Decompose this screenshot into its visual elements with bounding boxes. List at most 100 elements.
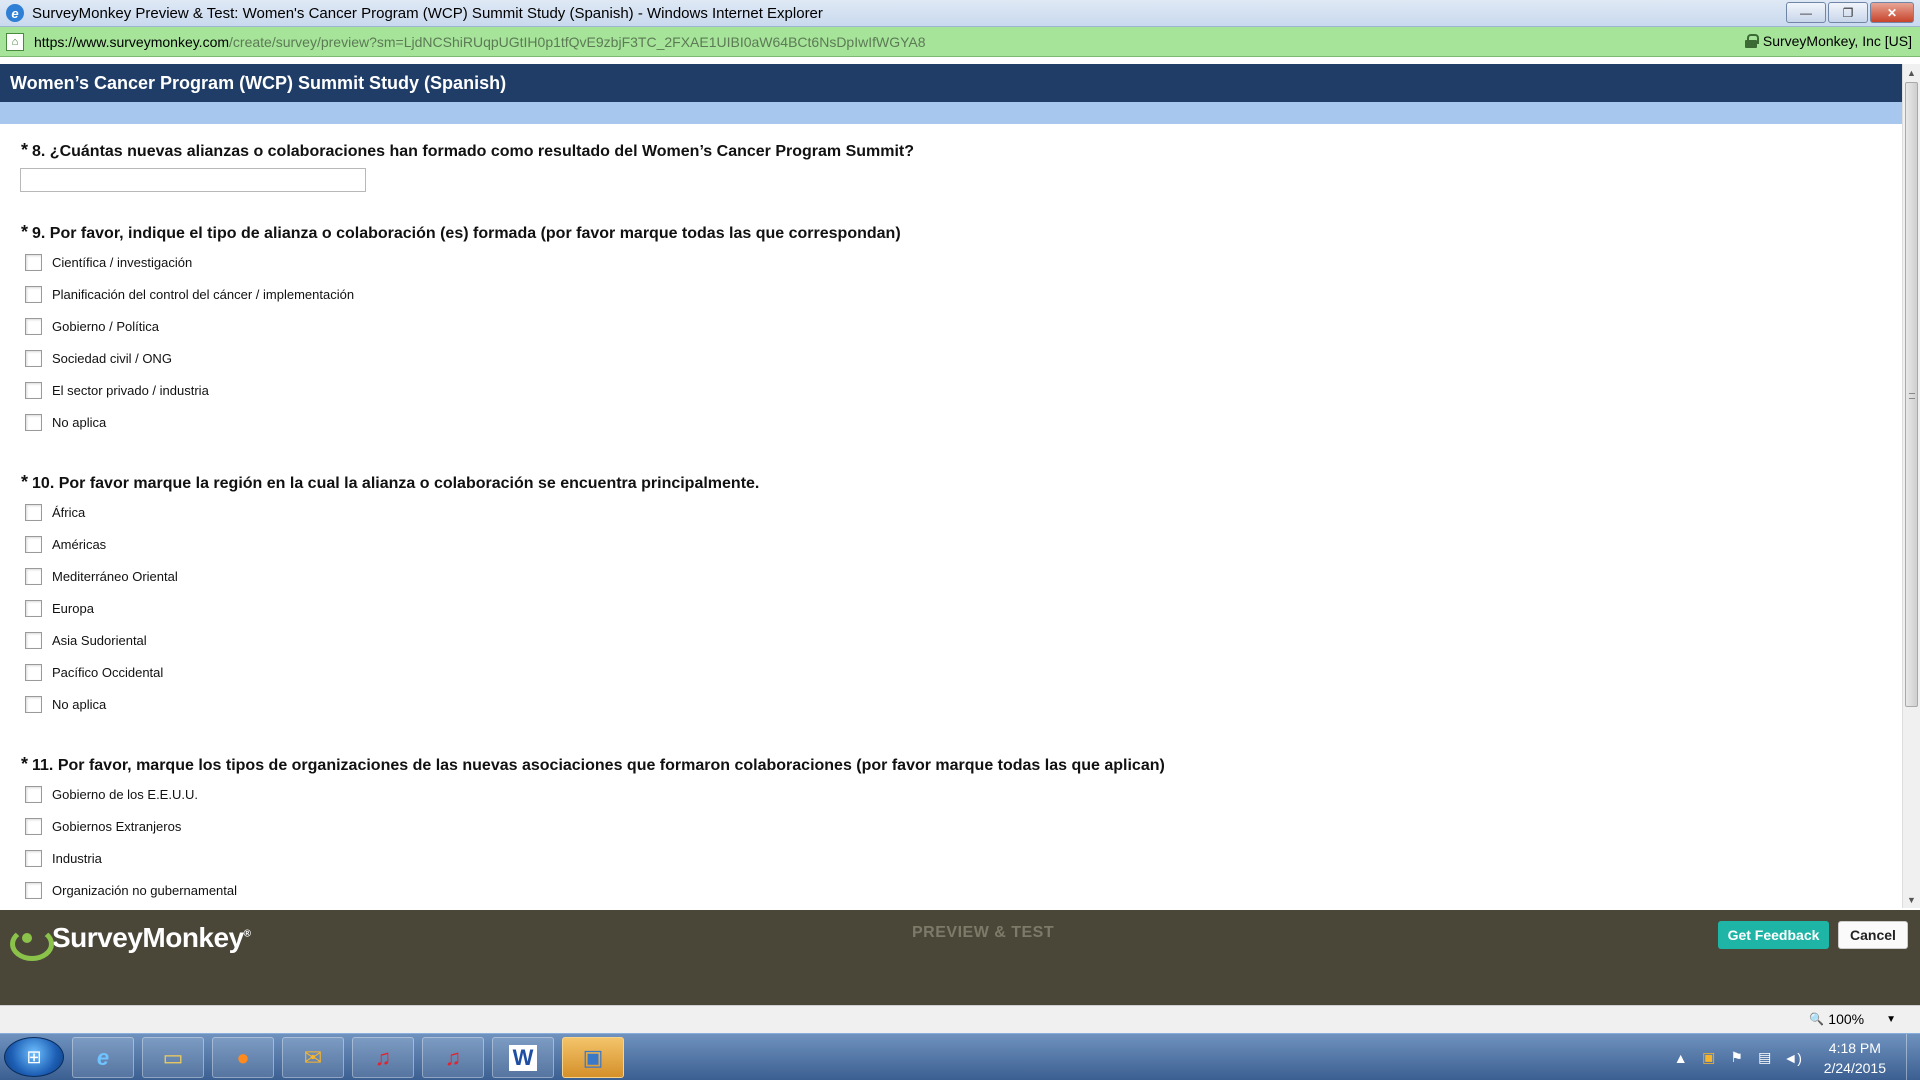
flag-icon[interactable]: ⚑ xyxy=(1726,1049,1748,1066)
internet-explorer-icon: e xyxy=(96,1044,110,1070)
checkbox[interactable] xyxy=(25,600,42,617)
taskbar-active-app[interactable]: ▣ xyxy=(562,1037,624,1078)
restore-button[interactable]: ❐ xyxy=(1828,2,1868,23)
option-q11-2[interactable]: Gobiernos Extranjeros xyxy=(25,818,181,835)
option-q11-1[interactable]: Gobierno de los E.E.U.U. xyxy=(25,786,198,803)
question-title: * 9. Por favor, indique el tipo de alianz… xyxy=(21,222,901,242)
folder-icon: ▭ xyxy=(162,1044,184,1070)
close-button[interactable]: ✕ xyxy=(1870,2,1914,23)
checkbox[interactable] xyxy=(25,382,42,399)
preview-footer: SurveyMonkey® PREVIEW & TEST Get Feedbac… xyxy=(0,910,1920,1005)
checkbox[interactable] xyxy=(25,318,42,335)
option-q10-7[interactable]: No aplica xyxy=(25,696,106,713)
option-q10-1[interactable]: África xyxy=(25,504,85,521)
monkey-logo-icon xyxy=(10,923,54,961)
taskbar-itunes-1[interactable]: ♫ xyxy=(352,1037,414,1078)
checkbox[interactable] xyxy=(25,414,42,431)
question-title: * 10. Por favor marque la región en la cu… xyxy=(21,472,760,492)
taskbar-internet-explorer[interactable]: e xyxy=(72,1037,134,1078)
logo-text: SurveyMonkey® xyxy=(52,922,251,953)
question-10: * 10. Por favor marque la región en la cu… xyxy=(21,472,759,493)
survey-title: Women’s Cancer Program (WCP) Summit Stud… xyxy=(10,72,507,93)
option-q9-1[interactable]: Científica / investigación xyxy=(25,254,192,271)
itunes-icon: ♫ xyxy=(444,1044,462,1070)
registered-mark: ® xyxy=(243,928,251,940)
address-bar[interactable]: ⌂ https://www.surveymonkey.com/create/su… xyxy=(0,27,1920,57)
show-desktop-button[interactable] xyxy=(1906,1034,1920,1080)
get-feedback-button[interactable]: Get Feedback xyxy=(1718,921,1829,949)
window-controls: — ❐ ✕ xyxy=(1786,2,1914,23)
surveymonkey-logo: SurveyMonkey® xyxy=(10,922,251,961)
checkbox[interactable] xyxy=(25,536,42,553)
checkbox[interactable] xyxy=(25,632,42,649)
zoom-level: 100% xyxy=(1828,1011,1865,1027)
url-text[interactable]: https://www.surveymonkey.com/create/surv… xyxy=(34,34,926,50)
scroll-down-arrow-icon[interactable]: ▼ xyxy=(1903,891,1920,908)
required-mark: * xyxy=(21,140,29,160)
minimize-button[interactable]: — xyxy=(1786,2,1826,23)
option-label: El sector privado / industria xyxy=(52,383,209,398)
volume-icon[interactable]: ◄) xyxy=(1782,1050,1804,1066)
scroll-thumb[interactable] xyxy=(1905,82,1918,707)
checkbox[interactable] xyxy=(25,568,42,585)
windows-logo-icon: ⊞ xyxy=(26,1046,42,1067)
checkbox[interactable] xyxy=(25,696,42,713)
required-mark: * xyxy=(21,472,29,492)
option-q10-3[interactable]: Mediterráneo Oriental xyxy=(25,568,178,585)
option-q9-6[interactable]: No aplica xyxy=(25,414,106,431)
option-q11-3[interactable]: Industria xyxy=(25,850,102,867)
option-q10-4[interactable]: Europa xyxy=(25,600,94,617)
site-identity: SurveyMonkey, Inc [US] xyxy=(1762,33,1912,49)
option-q10-2[interactable]: Américas xyxy=(25,536,106,553)
option-q10-5[interactable]: Asia Sudoriental xyxy=(25,632,147,649)
option-label: Industria xyxy=(52,851,102,866)
word-icon: W xyxy=(508,1044,538,1071)
option-q11-4[interactable]: Organización no gubernamental xyxy=(25,882,237,899)
cancel-button[interactable]: Cancel xyxy=(1838,921,1908,949)
option-label: Sociedad civil / ONG xyxy=(52,351,172,366)
checkbox[interactable] xyxy=(25,504,42,521)
start-button[interactable]: ⊞ xyxy=(4,1037,64,1077)
outlook-tray-icon[interactable]: ▣ xyxy=(1698,1049,1720,1066)
security-identity[interactable]: SurveyMonkey, Inc [US] xyxy=(1744,33,1912,49)
page-scrollbar[interactable]: ▲ ▼ xyxy=(1902,64,1920,908)
checkbox[interactable] xyxy=(25,286,42,303)
header-strip xyxy=(0,102,1902,124)
checkbox[interactable] xyxy=(25,664,42,681)
checkbox[interactable] xyxy=(25,882,42,899)
option-q9-4[interactable]: Sociedad civil / ONG xyxy=(25,350,172,367)
chevron-down-icon[interactable]: ▼ xyxy=(1886,1014,1896,1025)
zoom-icon: 🔍 xyxy=(1809,1012,1825,1026)
browser-status-bar: 🔍 100% ▼ xyxy=(0,1005,1920,1033)
option-q9-3[interactable]: Gobierno / Política xyxy=(25,318,159,335)
option-label: No aplica xyxy=(52,697,107,712)
taskbar-itunes-2[interactable]: ♫ xyxy=(422,1037,484,1078)
show-hidden-icons-icon[interactable]: ▲ xyxy=(1670,1050,1692,1066)
checkbox[interactable] xyxy=(25,254,42,271)
taskbar-outlook[interactable]: ✉ xyxy=(282,1037,344,1078)
option-q10-6[interactable]: Pacífico Occidental xyxy=(25,664,163,681)
answer-input-q8[interactable] xyxy=(20,168,366,192)
taskbar-file-explorer[interactable]: ▭ xyxy=(142,1037,204,1078)
page-icon: ⌂ xyxy=(6,32,24,51)
checkbox[interactable] xyxy=(25,786,42,803)
taskbar-word[interactable]: W xyxy=(492,1037,554,1078)
lock-icon xyxy=(1744,34,1759,48)
checkbox[interactable] xyxy=(25,850,42,867)
system-clock[interactable]: 4:18 PM 2/24/2015 xyxy=(1824,1038,1886,1078)
preview-test-label: PREVIEW & TEST xyxy=(912,924,1055,941)
option-label: Gobiernos Extranjeros xyxy=(52,819,182,834)
option-q9-2[interactable]: Planificación del control del cáncer / i… xyxy=(25,286,354,303)
question-title: * 11. Por favor, marque los tipos de orga… xyxy=(21,754,1165,774)
scroll-up-arrow-icon[interactable]: ▲ xyxy=(1903,64,1920,81)
taskbar-firefox[interactable]: ● xyxy=(212,1037,274,1078)
option-label: África xyxy=(52,505,86,520)
checkbox[interactable] xyxy=(25,818,42,835)
network-icon[interactable]: ▤ xyxy=(1754,1049,1776,1066)
zoom-control[interactable]: 🔍 100% ▼ xyxy=(1809,1011,1896,1027)
window-icon: ▣ xyxy=(582,1044,604,1070)
option-label: Mediterráneo Oriental xyxy=(52,569,178,584)
checkbox[interactable] xyxy=(25,350,42,367)
system-tray: ▲ ▣ ⚑ ▤ ◄) 4:18 PM 2/24/2015 xyxy=(1670,1034,1920,1080)
option-q9-5[interactable]: El sector privado / industria xyxy=(25,382,209,399)
